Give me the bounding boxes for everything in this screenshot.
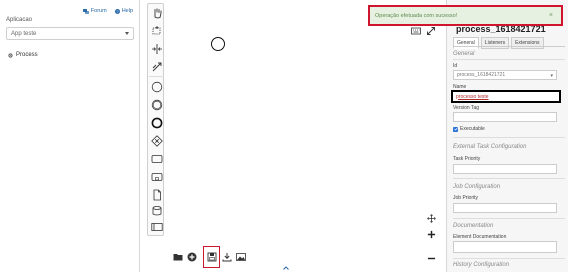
connect-icon[interactable] <box>150 60 163 73</box>
download-icon[interactable] <box>221 251 233 263</box>
data-object-icon[interactable] <box>150 188 163 201</box>
tab-extensions[interactable]: Extensions <box>511 37 544 49</box>
open-folder-icon[interactable] <box>172 251 184 263</box>
tab-listeners[interactable]: Listeners <box>480 37 510 49</box>
element-doc-field[interactable] <box>453 241 557 253</box>
app-select-value: App teste <box>11 30 37 37</box>
task-priority-label: Task Priority <box>453 156 481 162</box>
id-value: process_1618421721 <box>457 72 506 78</box>
keyboard-icon[interactable] <box>410 25 422 37</box>
help-icon: ? <box>114 8 120 14</box>
gateway-icon[interactable] <box>150 134 163 147</box>
palette-separator <box>149 76 164 77</box>
success-toast: Operação efetuada com sucesso! × <box>368 5 563 26</box>
expand-icon[interactable] <box>425 25 437 37</box>
sidebar-links: Forum ? Help <box>82 8 133 14</box>
tool-palette <box>147 3 164 236</box>
zoom-in-icon[interactable] <box>425 228 437 240</box>
external-task-group-title: External Task Configuration <box>453 144 527 150</box>
id-label: Id <box>453 63 458 69</box>
group-divider <box>453 59 565 60</box>
group-divider <box>453 178 565 179</box>
chevron-down-icon: ▾ <box>550 73 553 79</box>
gear-icon <box>8 52 13 58</box>
checkbox-checked-icon <box>453 126 458 132</box>
image-icon[interactable] <box>235 251 247 263</box>
toast-message: Operação efetuada com sucesso! <box>375 12 458 19</box>
documentation-group-title: Documentation <box>453 223 494 229</box>
job-priority-label: Job Priority <box>453 195 479 201</box>
lasso-icon[interactable] <box>150 24 163 37</box>
executable-label: Executable <box>460 126 485 132</box>
element-doc-label: Element Documentation <box>453 234 507 240</box>
group-divider <box>453 258 565 259</box>
chevron-down-icon <box>125 32 129 35</box>
job-group-title: Job Configuration <box>453 184 501 190</box>
process-item[interactable]: Process <box>8 52 38 58</box>
new-diagram-icon[interactable] <box>186 251 198 263</box>
intermediate-event-icon[interactable] <box>150 98 163 111</box>
tab-divider <box>453 46 565 47</box>
version-tag-field[interactable] <box>453 112 557 122</box>
name-value: processo teste <box>456 93 489 100</box>
properties-tabs: General Listeners Extensions <box>453 37 544 49</box>
center-icon[interactable] <box>425 212 437 224</box>
end-event-icon[interactable] <box>150 116 163 129</box>
tab-general[interactable]: General <box>453 37 479 49</box>
help-label: Help <box>121 8 133 14</box>
name-field[interactable]: processo teste <box>451 90 561 103</box>
data-store-icon[interactable] <box>150 204 163 217</box>
properties-panel: process_1618421721 General Listeners Ext… <box>446 0 568 272</box>
forum-icon <box>82 8 89 14</box>
subprocess-icon[interactable] <box>150 170 163 183</box>
start-event-icon[interactable] <box>150 80 163 93</box>
pool-icon[interactable] <box>150 220 163 233</box>
id-field[interactable]: process_1618421721 ▾ <box>453 70 557 80</box>
space-tool-icon[interactable] <box>150 42 163 55</box>
history-group-title: History Configuration <box>453 262 510 268</box>
process-label: Process <box>16 52 38 58</box>
zoom-out-icon[interactable] <box>425 252 437 264</box>
job-priority-field[interactable] <box>453 203 557 213</box>
group-divider <box>453 218 565 219</box>
forum-link[interactable]: Forum <box>82 8 107 14</box>
task-priority-field[interactable] <box>453 164 557 174</box>
left-sidebar: Forum ? Help Aplicacao App teste Process <box>0 0 140 272</box>
chevron-up-icon[interactable] <box>281 264 291 272</box>
save-highlight <box>203 246 220 268</box>
app-label: Aplicacao <box>6 17 33 23</box>
version-tag-label: Version Tag <box>453 105 480 111</box>
general-group-title: General <box>453 51 475 57</box>
start-event-shape[interactable] <box>211 37 225 51</box>
group-divider <box>453 137 565 138</box>
diagram-canvas[interactable] <box>165 0 445 272</box>
forum-label: Forum <box>90 8 107 14</box>
executable-checkbox[interactable]: Executable <box>453 126 485 132</box>
task-icon[interactable] <box>150 152 163 165</box>
app-select[interactable]: App teste <box>6 27 134 40</box>
hand-tool-icon[interactable] <box>150 6 163 19</box>
help-link[interactable]: ? Help <box>114 8 133 14</box>
close-icon[interactable]: × <box>549 12 553 19</box>
